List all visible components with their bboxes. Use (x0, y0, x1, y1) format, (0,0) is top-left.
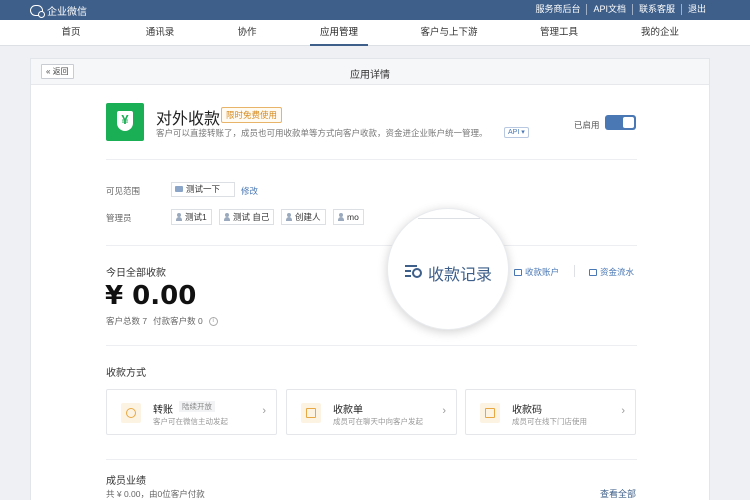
method-desc: 成员可在线下门店使用 (512, 417, 587, 426)
visibility-value: 测试一下 (186, 184, 221, 194)
admin-name: 创建人 (295, 212, 321, 222)
method-qrcode-card[interactable]: 收款码 成员可在线下门店使用 › (465, 389, 636, 435)
exchange-icon (121, 403, 141, 423)
wecom-logo-icon (30, 5, 45, 18)
app-description: 客户可以直接转账了，成员也可用收款单等方式向客户收款，资金进企业账户统一管理。 (156, 128, 488, 138)
ledger-icon (589, 268, 597, 276)
divider (574, 265, 575, 277)
method-transfer-card[interactable]: 转账 陆续开放 客户可在微信主动发起 › (106, 389, 277, 435)
admin-name: 测试1 (185, 212, 207, 222)
customer-total: 客户总数 7 (106, 316, 148, 326)
nav-collaboration[interactable]: 协作 (237, 20, 256, 46)
records-icon (405, 265, 422, 279)
chevron-right-icon: › (262, 405, 266, 417)
page-title: 应用详情 (350, 70, 390, 81)
divider (106, 459, 637, 460)
brand[interactable]: 企业微信 (30, 3, 87, 18)
person-icon (286, 213, 292, 221)
nav-customers[interactable]: 客户与上下游 (420, 20, 477, 46)
top-links: 服务商后台 API文档 联系客服 退出 (529, 4, 712, 15)
method-desc: 客户可在微信主动发起 (153, 417, 228, 426)
view-all-link[interactable]: 查看全部 (600, 487, 636, 500)
nav-home[interactable]: 首页 (61, 20, 80, 46)
app-name: 对外收款 (156, 111, 221, 128)
payment-app-icon: ¥ (106, 103, 144, 141)
yen-bill-icon (301, 403, 321, 423)
performance-title: 成员业绩 (106, 476, 146, 487)
payment-account-label: 收款账户 (525, 267, 560, 277)
nav-my-company[interactable]: 我的企业 (641, 20, 679, 46)
folder-icon (175, 186, 183, 192)
divider (106, 245, 637, 246)
method-name: 收款码 (512, 405, 542, 416)
chevron-right-icon: › (442, 405, 446, 417)
fund-flow-label: 资金流水 (600, 267, 635, 277)
link-provider-backend[interactable]: 服务商后台 (529, 4, 586, 15)
app-detail-card: « 返回 应用详情 ¥ 对外收款 限时免费使用 客户可以直接转账了，成员也可用收… (30, 58, 710, 500)
customer-stats: 客户总数 7 付款客户数 0 i (106, 315, 218, 327)
method-desc: 成员可在聊天中向客户发起 (333, 417, 423, 426)
person-icon (338, 213, 344, 221)
method-bill-card[interactable]: 收款单 成员可在聊天中向客户发起 › (286, 389, 457, 435)
method-tag: 陆续开放 (179, 401, 215, 412)
enable-toggle[interactable] (605, 115, 636, 130)
admin-chip[interactable]: 测试 自己 (219, 209, 275, 225)
info-icon[interactable]: i (208, 316, 218, 326)
nav-contacts[interactable]: 通讯录 (146, 20, 175, 46)
person-icon (176, 213, 182, 221)
method-name: 收款单 (333, 405, 363, 416)
divider (106, 345, 637, 346)
magnifier-highlight: 收款记录 (387, 208, 509, 330)
visibility-label: 可见范围 (106, 186, 141, 196)
nav-admin-tools[interactable]: 管理工具 (540, 20, 578, 46)
main-nav: 首页 通讯录 协作 应用管理 客户与上下游 管理工具 我的企业 (0, 20, 750, 46)
card-icon (514, 268, 522, 276)
today-label: 今日全部收款 (106, 268, 166, 279)
admin-name: 测试 自己 (233, 212, 270, 222)
admin-name: mo (347, 212, 359, 222)
admin-chip[interactable]: 创建人 (281, 209, 326, 225)
divider (106, 159, 637, 160)
free-badge: 限时免费使用 (221, 107, 283, 123)
fund-flow-link[interactable]: 资金流水 (589, 266, 634, 278)
qrcode-icon (480, 403, 500, 423)
visibility-scope-chip[interactable]: 测试一下 (171, 182, 235, 197)
admin-chip[interactable]: 测试1 (171, 209, 212, 225)
link-contact-support[interactable]: 联系客服 (631, 4, 681, 15)
brand-name: 企业微信 (47, 7, 87, 18)
link-logout[interactable]: 退出 (680, 4, 712, 15)
payment-records-link[interactable]: 收款记录 (428, 261, 492, 285)
methods-title: 收款方式 (106, 368, 146, 379)
paying-customers: 付款客户数 0 (153, 316, 203, 326)
card-header: « 返回 应用详情 (31, 59, 709, 85)
api-tag[interactable]: API ▾ (504, 127, 529, 138)
edit-visibility-link[interactable]: 修改 (241, 185, 258, 197)
link-api-docs[interactable]: API文档 (586, 4, 632, 15)
admin-chip[interactable]: mo (333, 209, 364, 225)
method-name: 转账 (153, 405, 173, 416)
nav-app-management[interactable]: 应用管理 (309, 20, 369, 46)
performance-summary: 共 ¥ 0.00，由0位客户付款 (106, 489, 205, 499)
status-label: 已启用 (574, 120, 600, 130)
top-bar: 企业微信 服务商后台 API文档 联系客服 退出 (0, 0, 750, 20)
today-amount: ¥ 0.00 (105, 281, 197, 311)
person-icon (224, 213, 230, 221)
admins-label: 管理员 (106, 213, 132, 223)
chevron-right-icon: › (621, 405, 625, 417)
payment-account-link[interactable]: 收款账户 (514, 266, 559, 278)
